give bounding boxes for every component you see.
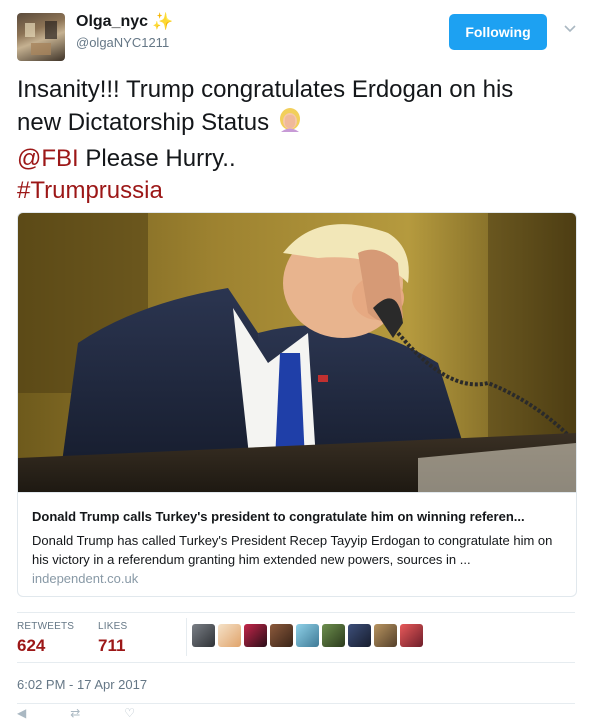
tweet-text: Insanity!!! Trump congratulates Erdogan … xyxy=(17,74,577,207)
mention-fbi-link[interactable]: @FBI xyxy=(17,145,79,172)
tweet-line-3-text: Please Hurry.. xyxy=(78,145,236,172)
liker-avatar[interactable] xyxy=(192,624,215,647)
sparkles-icon: ✨ xyxy=(152,12,174,31)
stats-top-divider xyxy=(17,612,575,613)
card-image[interactable] xyxy=(18,213,576,492)
liker-avatar[interactable] xyxy=(270,624,293,647)
liker-avatar[interactable] xyxy=(374,624,397,647)
stats-bottom-divider xyxy=(17,662,575,663)
liker-avatar[interactable] xyxy=(400,624,423,647)
author-display-name[interactable]: Olga_nyc ✨ xyxy=(76,12,173,32)
card-text-area[interactable]: Donald Trump calls Turkey's president to… xyxy=(18,492,576,596)
tweet-line-1: Insanity!!! Trump congratulates Erdogan … xyxy=(17,76,514,103)
stats-separator xyxy=(186,618,187,656)
tweet-line-2-text: new Dictatorship Status xyxy=(17,109,270,136)
retweet-icon[interactable]: ⇄ xyxy=(70,706,80,720)
likes-label[interactable]: LIKES xyxy=(98,621,127,632)
link-card[interactable]: Donald Trump calls Turkey's president to… xyxy=(17,212,577,597)
liker-avatar[interactable] xyxy=(296,624,319,647)
display-name-text[interactable]: Olga_nyc xyxy=(76,13,148,31)
tweet-line-3: @FBI Please Hurry.. xyxy=(17,143,577,175)
woman-facepalming-emoji-icon xyxy=(276,106,304,143)
tweet-actions: ◀ ⇄ ♡ xyxy=(17,706,135,720)
retweets-count[interactable]: 624 xyxy=(17,636,45,656)
likes-count[interactable]: 711 xyxy=(98,636,125,656)
liker-avatars xyxy=(192,624,423,647)
like-icon[interactable]: ♡ xyxy=(124,706,135,720)
reply-icon[interactable]: ◀ xyxy=(17,706,26,720)
actions-divider xyxy=(17,703,575,704)
tweet-line-2: new Dictatorship Status xyxy=(17,106,577,143)
chevron-down-icon[interactable] xyxy=(563,22,577,36)
card-description: Donald Trump has called Turkey's Preside… xyxy=(32,533,553,567)
author-handle[interactable]: @olgaNYC1211 xyxy=(76,35,169,50)
retweets-label[interactable]: RETWEETS xyxy=(17,621,74,632)
card-title[interactable]: Donald Trump calls Turkey's president to… xyxy=(32,509,567,524)
liker-avatar[interactable] xyxy=(218,624,241,647)
hashtag-trumprussia-link[interactable]: #Trumprussia xyxy=(17,177,163,204)
liker-avatar[interactable] xyxy=(322,624,345,647)
liker-avatar[interactable] xyxy=(348,624,371,647)
liker-avatar[interactable] xyxy=(244,624,267,647)
tweet-timestamp[interactable]: 6:02 PM - 17 Apr 2017 xyxy=(17,677,147,692)
author-avatar[interactable] xyxy=(17,13,65,61)
following-button[interactable]: Following xyxy=(449,14,547,50)
card-domain[interactable]: independent.co.uk xyxy=(32,571,138,586)
